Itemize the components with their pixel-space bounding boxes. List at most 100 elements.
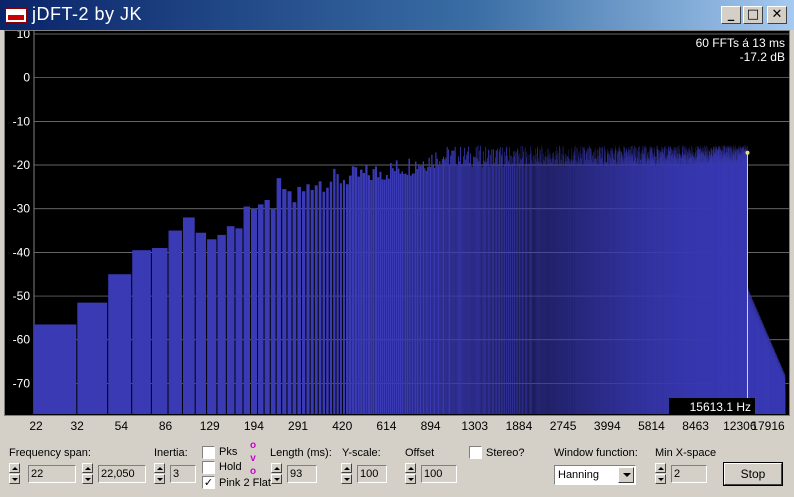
spectrum-bar	[287, 191, 292, 414]
spectrum-bar	[475, 147, 477, 414]
pks-checkbox[interactable]	[202, 446, 215, 459]
spectrum-bar	[419, 166, 422, 414]
y-tick-label: 0	[23, 71, 30, 85]
pks-label: Pks	[219, 446, 238, 458]
y-tick-label: 10	[17, 31, 31, 41]
freq-max-field[interactable]: 22,050	[98, 465, 146, 483]
minimize-button[interactable]: _	[721, 6, 741, 24]
spectrum-bar	[367, 175, 370, 414]
cursor-level-label: -17.2 dB	[740, 50, 785, 64]
x-tick-label: 17916	[751, 419, 785, 433]
spectrum-bar	[456, 166, 458, 414]
y-tick-label: -70	[13, 376, 31, 390]
spectrum-bar	[389, 163, 392, 414]
spectrum-bar	[472, 166, 473, 414]
spectrum-bar	[404, 173, 407, 414]
spectrum-bar	[410, 175, 412, 414]
spectrum-bar	[484, 162, 486, 414]
spectrum-bar	[207, 239, 217, 414]
spectrum-bar	[491, 164, 493, 414]
spectrum-bar	[427, 166, 429, 414]
chevron-down-icon[interactable]	[618, 467, 634, 483]
spectrum-bar	[498, 151, 500, 414]
spectrum-bar	[418, 165, 420, 414]
spectrum-bar	[314, 185, 318, 414]
spectrum-bar	[195, 232, 207, 414]
spectrum-bar	[443, 156, 445, 414]
spectrum-bar	[393, 171, 396, 414]
stereo-checkbox[interactable]	[469, 446, 482, 459]
window-title: jDFT-2 by JK	[32, 4, 143, 24]
stop-button[interactable]: Stop	[724, 463, 782, 485]
offset-spinner[interactable]	[405, 463, 416, 485]
close-button[interactable]: ✕	[767, 6, 787, 24]
spectrum-bar	[487, 149, 489, 414]
yscale-field[interactable]: 100	[357, 465, 387, 483]
length-spinner[interactable]	[271, 463, 282, 485]
x-tick-label: 5814	[638, 419, 665, 433]
spectrum-bar	[441, 159, 443, 414]
spectrum-bar	[431, 154, 433, 414]
spectrum-bar	[499, 149, 501, 414]
spectrum-bar	[270, 208, 276, 414]
inertia-spinner[interactable]	[154, 463, 165, 485]
spectrum-bar	[408, 158, 410, 414]
y-tick-label: -60	[13, 333, 31, 347]
freq-min-spinner[interactable]	[9, 463, 20, 485]
spectrum-bar	[292, 202, 297, 414]
spectrum-bar	[452, 150, 454, 414]
spectrum-bar	[385, 175, 388, 414]
spectrum-bar	[482, 167, 483, 414]
inertia-field[interactable]: 3	[170, 465, 196, 483]
freq-min-field[interactable]: 22	[28, 465, 76, 483]
spectrum-bar	[425, 170, 427, 414]
min-x-space-field[interactable]: 2	[671, 465, 707, 483]
x-tick-label: 8463	[682, 419, 709, 433]
spectrum-bar	[447, 149, 449, 414]
freq-max-spinner[interactable]	[82, 463, 93, 485]
app-icon	[5, 8, 27, 23]
maximize-button[interactable]: □	[743, 6, 763, 24]
spectrum-bar	[339, 183, 342, 414]
spectrum-bar	[488, 150, 490, 415]
window-function-select[interactable]: Hanning	[554, 465, 636, 485]
spectrum-bar	[318, 181, 322, 414]
x-tick-label: 129	[199, 419, 220, 433]
spectrum-bar	[482, 151, 484, 414]
inertia-label: Inertia:	[154, 447, 188, 459]
yscale-spinner[interactable]	[341, 463, 352, 485]
spectrum-bar	[251, 208, 257, 414]
offset-field[interactable]: 100	[421, 465, 457, 483]
y-tick-label: -40	[13, 245, 31, 259]
spectrum-bar	[444, 159, 446, 414]
hold-checkbox[interactable]	[202, 461, 215, 474]
spectrum-bar	[474, 157, 476, 414]
stereo-label: Stereo?	[486, 447, 525, 459]
spectrum-bar	[470, 153, 471, 414]
spectrum-bar	[411, 173, 414, 414]
spectrum-bar	[492, 149, 494, 414]
spectrum-bar	[489, 166, 491, 414]
x-tick-label: 32	[70, 419, 84, 433]
spectrum-bar	[377, 177, 380, 414]
min-x-space-label: Min X-space	[655, 447, 717, 459]
min-x-space-spinner[interactable]	[655, 463, 666, 485]
spectrum-bar	[243, 206, 250, 414]
spectrum-bar	[462, 163, 464, 414]
spectrum-bar	[436, 158, 438, 414]
spectrum-bar	[490, 154, 491, 415]
spectrum-bar	[421, 164, 423, 414]
spectrum-bar	[500, 154, 502, 414]
length-field[interactable]: 93	[287, 465, 317, 483]
spectrum-bar	[348, 175, 352, 414]
spectrum-bar	[471, 166, 472, 414]
spectrum-bar	[365, 165, 368, 414]
spectrum-bar	[422, 161, 425, 414]
y-tick-label: -20	[13, 158, 31, 172]
spectrum-plot[interactable]: 10 0 -10 -20 -30 -40 -50 -60 -70 60 FFTs á 13 ms -…	[4, 30, 790, 416]
spectrum-bar	[480, 145, 481, 414]
spectrum-bar	[151, 248, 168, 414]
spectrum-bar	[257, 204, 264, 414]
spectrum-bar	[494, 162, 495, 414]
pink-checkbox[interactable]: ✓	[202, 476, 215, 489]
